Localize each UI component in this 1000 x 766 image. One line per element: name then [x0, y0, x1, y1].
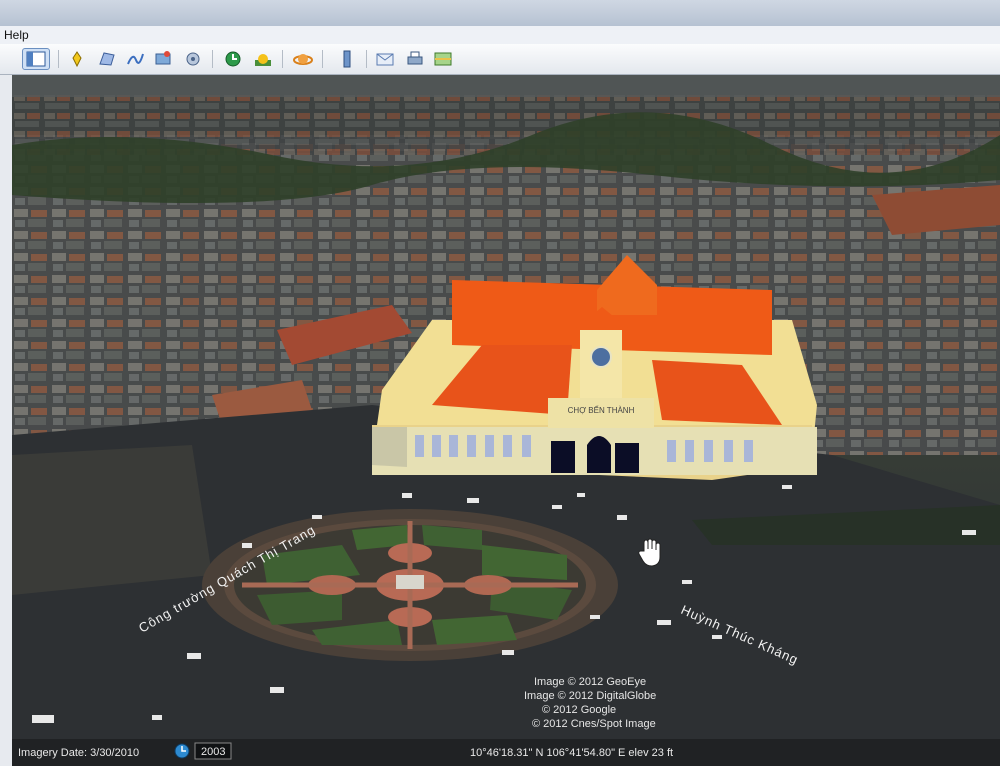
vacant-lot: [12, 445, 212, 595]
toolbar-separator: [282, 50, 283, 68]
horizon-haze: [12, 75, 1000, 97]
email-icon[interactable]: [374, 48, 396, 70]
year-badge-label: 2003: [201, 746, 225, 758]
toolbar-separator: [366, 50, 367, 68]
earth-3d-view[interactable]: CHỢ BẾN THÀNH Công trường Quách Thị Tran…: [12, 75, 1000, 766]
planets-icon[interactable]: [292, 48, 314, 70]
placemark-icon[interactable]: [66, 48, 88, 70]
path-icon[interactable]: [124, 48, 146, 70]
image-overlay-icon[interactable]: [152, 48, 174, 70]
coordinates-readout: 10°46'18.31" N 106°41'54.80" E elev 23 f…: [470, 747, 673, 759]
polygon-icon[interactable]: [96, 48, 118, 70]
window-title-bar: [0, 0, 1000, 26]
menu-help[interactable]: Help: [4, 28, 29, 42]
market-sign: CHỢ BẾN THÀNH: [568, 405, 635, 415]
attribution-line: © 2012 Cnes/Spot Image: [532, 718, 656, 730]
historical-imagery-icon[interactable]: [222, 48, 244, 70]
toolbar-separator: [322, 50, 323, 68]
toolbar-separator: [212, 50, 213, 68]
toolbar: [0, 44, 1000, 75]
ruler-icon[interactable]: [336, 48, 358, 70]
attribution-line: Image © 2012 GeoEye: [534, 676, 646, 688]
imagery-date: Imagery Date: 3/30/2010: [18, 747, 139, 759]
attribution-line: Image © 2012 DigitalGlobe: [524, 690, 656, 702]
print-icon[interactable]: [404, 48, 426, 70]
attribution-line: © 2012 Google: [542, 704, 616, 716]
historical-imagery-icon[interactable]: [174, 743, 190, 759]
view-in-maps-icon[interactable]: [432, 48, 454, 70]
sunlight-icon[interactable]: [252, 48, 274, 70]
sidebar-toggle-icon[interactable]: [22, 48, 50, 70]
menu-bar: Help: [0, 26, 1000, 44]
toolbar-separator: [58, 50, 59, 68]
roundabout: [202, 509, 618, 661]
tour-icon[interactable]: [182, 48, 204, 70]
